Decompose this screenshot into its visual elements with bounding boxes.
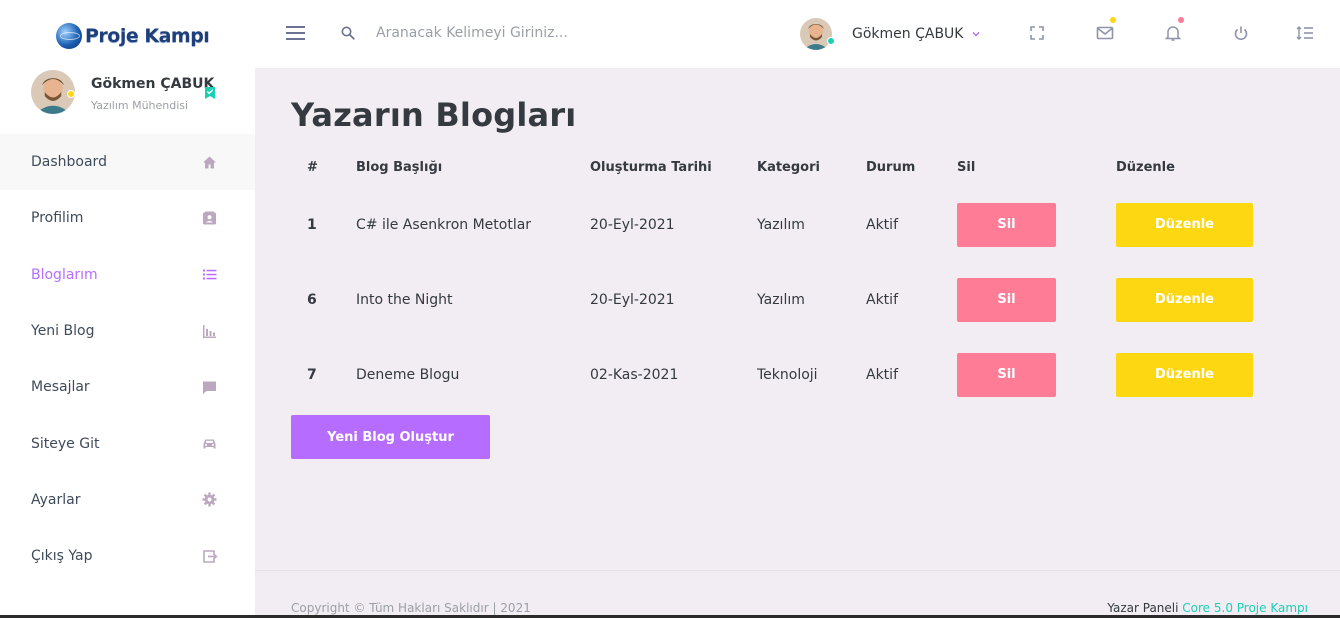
footer-panel-info: Yazar Paneli Core 5.0 Proje Kampı xyxy=(1107,601,1308,615)
column-header-category: Kategori xyxy=(757,159,820,175)
sidebar-item-label: Dashboard xyxy=(31,154,107,171)
edit-button[interactable]: Düzenle xyxy=(1116,277,1253,322)
create-blog-button[interactable]: Yeni Blog Oluştur xyxy=(291,415,490,459)
table-row: 7 Deneme Blogu 02-Kas-2021 Teknoloji Akt… xyxy=(291,337,1308,412)
blog-id: 1 xyxy=(307,216,317,233)
search-input[interactable] xyxy=(370,20,670,46)
blog-table: # Blog Başlığı Oluşturma Tarihi Kategori… xyxy=(291,147,1308,412)
footer-panel-text: Yazar Paneli xyxy=(1107,601,1179,615)
delete-button[interactable]: Sil xyxy=(957,277,1056,322)
avatar xyxy=(800,18,832,50)
blog-status: Aktif xyxy=(866,366,898,383)
table-header-row: # Blog Başlığı Oluşturma Tarihi Kategori… xyxy=(291,147,1308,187)
sidebar-item-siteye-git[interactable]: Siteye Git xyxy=(0,415,255,471)
blog-id: 7 xyxy=(307,366,317,383)
footer-link[interactable]: Core 5.0 Proje Kampı xyxy=(1182,601,1308,615)
column-header-id: # xyxy=(307,159,318,175)
sidebar-item-label: Profilim xyxy=(31,210,84,227)
blog-category: Teknoloji xyxy=(757,366,818,383)
sidebar-item-mesajlar[interactable]: Mesajlar xyxy=(0,359,255,415)
car-icon xyxy=(203,439,216,449)
delete-button[interactable]: Sil xyxy=(957,352,1056,397)
mail-badge xyxy=(1110,17,1116,23)
delete-cell: Sil xyxy=(957,337,1116,412)
blog-title: Into the Night xyxy=(356,291,453,308)
delete-cell: Sil xyxy=(957,187,1116,262)
blog-date: 20-Eyl-2021 xyxy=(590,291,675,308)
sidebar-user-role: Yazılım Mühendisi xyxy=(91,99,189,112)
blog-category: Yazılım xyxy=(757,216,805,233)
sidebar: Gökmen ÇABUK Yazılım Mühendisi Dashboard… xyxy=(0,68,255,618)
sidebar-user-name: Gökmen ÇABUK xyxy=(91,76,215,92)
sidebar-item-label: Bloglarım xyxy=(31,266,98,283)
sidebar-item-cikis-yap[interactable]: Çıkış Yap xyxy=(0,528,255,584)
sidebar-menu: Dashboard Profilim Bloglarım Yeni Blog M… xyxy=(0,134,255,584)
home-icon xyxy=(203,156,216,169)
list-settings-icon[interactable] xyxy=(1296,24,1314,42)
gear-icon xyxy=(202,492,217,507)
blog-date: 02-Kas-2021 xyxy=(590,366,679,383)
sidebar-item-ayarlar[interactable]: Ayarlar xyxy=(0,472,255,528)
table-row: 1 C# ile Asenkron Metotlar 20-Eyl-2021 Y… xyxy=(291,187,1308,262)
sidebar-item-yeni-blog[interactable]: Yeni Blog xyxy=(0,303,255,359)
edit-cell: Düzenle xyxy=(1116,337,1308,412)
sidebar-item-bloglarim[interactable]: Bloglarım xyxy=(0,247,255,303)
sidebar-item-label: Mesajlar xyxy=(31,379,90,396)
top-navbar: Proje Kampı Gökmen ÇABUK xyxy=(0,0,1340,68)
menu-icon[interactable] xyxy=(286,26,305,40)
fullscreen-icon[interactable] xyxy=(1028,24,1046,42)
copyright-text: Copyright © Tüm Hakları Saklıdır | 2021 xyxy=(291,601,531,615)
blog-date: 20-Eyl-2021 xyxy=(590,216,675,233)
page-title: Yazarın Blogları xyxy=(291,96,577,134)
blog-status: Aktif xyxy=(866,216,898,233)
footer: Copyright © Tüm Hakları Saklıdır | 2021 … xyxy=(255,570,1340,618)
brand-logo[interactable]: Proje Kampı xyxy=(56,22,210,50)
main-content: Yazarın Blogları # Blog Başlığı Oluşturm… xyxy=(255,68,1340,618)
sidebar-item-dashboard[interactable]: Dashboard xyxy=(0,134,255,191)
sidebar-item-label: Yeni Blog xyxy=(31,323,95,340)
search-icon xyxy=(341,26,355,40)
edit-cell: Düzenle xyxy=(1116,187,1308,262)
contact-card-icon xyxy=(203,211,216,225)
edit-cell: Düzenle xyxy=(1116,262,1308,337)
nav-profile-dropdown[interactable]: Gökmen ÇABUK xyxy=(800,17,981,51)
bar-chart-icon xyxy=(203,324,216,338)
globe-icon xyxy=(56,23,82,49)
column-header-title: Blog Başlığı xyxy=(356,159,443,175)
blog-category: Yazılım xyxy=(757,291,805,308)
bell-icon[interactable] xyxy=(1164,24,1182,42)
sidebar-profile[interactable]: Gökmen ÇABUK Yazılım Mühendisi xyxy=(31,70,231,116)
edit-button[interactable]: Düzenle xyxy=(1116,352,1253,397)
online-status-dot xyxy=(827,37,835,45)
blog-id: 6 xyxy=(307,291,317,308)
blog-title: C# ile Asenkron Metotlar xyxy=(356,216,532,233)
blog-table-card: # Blog Başlığı Oluşturma Tarihi Kategori… xyxy=(291,147,1308,409)
column-header-status: Durum xyxy=(866,159,916,175)
brand-name: Proje Kampı xyxy=(85,25,210,47)
online-status-dot xyxy=(67,90,75,98)
sidebar-item-label: Çıkış Yap xyxy=(31,548,93,565)
delete-cell: Sil xyxy=(957,262,1116,337)
table-row: 6 Into the Night 20-Eyl-2021 Yazılım Akt… xyxy=(291,262,1308,337)
mail-icon[interactable] xyxy=(1096,24,1114,42)
bookmark-check-icon xyxy=(205,87,215,99)
edit-button[interactable]: Düzenle xyxy=(1116,202,1253,247)
nav-user-name: Gökmen ÇABUK xyxy=(852,26,964,42)
column-header-edit: Düzenle xyxy=(1116,159,1175,175)
column-header-date: Oluşturma Tarihi xyxy=(590,159,712,175)
notification-badge xyxy=(1178,17,1184,23)
blog-title: Deneme Blogu xyxy=(356,366,460,383)
sidebar-item-label: Ayarlar xyxy=(31,491,81,508)
power-icon[interactable] xyxy=(1232,24,1250,42)
blog-status: Aktif xyxy=(866,291,898,308)
list-icon xyxy=(203,269,217,280)
sidebar-item-profilim[interactable]: Profilim xyxy=(0,190,255,246)
column-header-delete: Sil xyxy=(957,159,976,175)
message-icon xyxy=(203,381,216,394)
sidebar-item-label: Siteye Git xyxy=(31,435,100,452)
chevron-down-icon xyxy=(972,32,980,37)
logout-icon xyxy=(203,549,218,563)
delete-button[interactable]: Sil xyxy=(957,202,1056,247)
